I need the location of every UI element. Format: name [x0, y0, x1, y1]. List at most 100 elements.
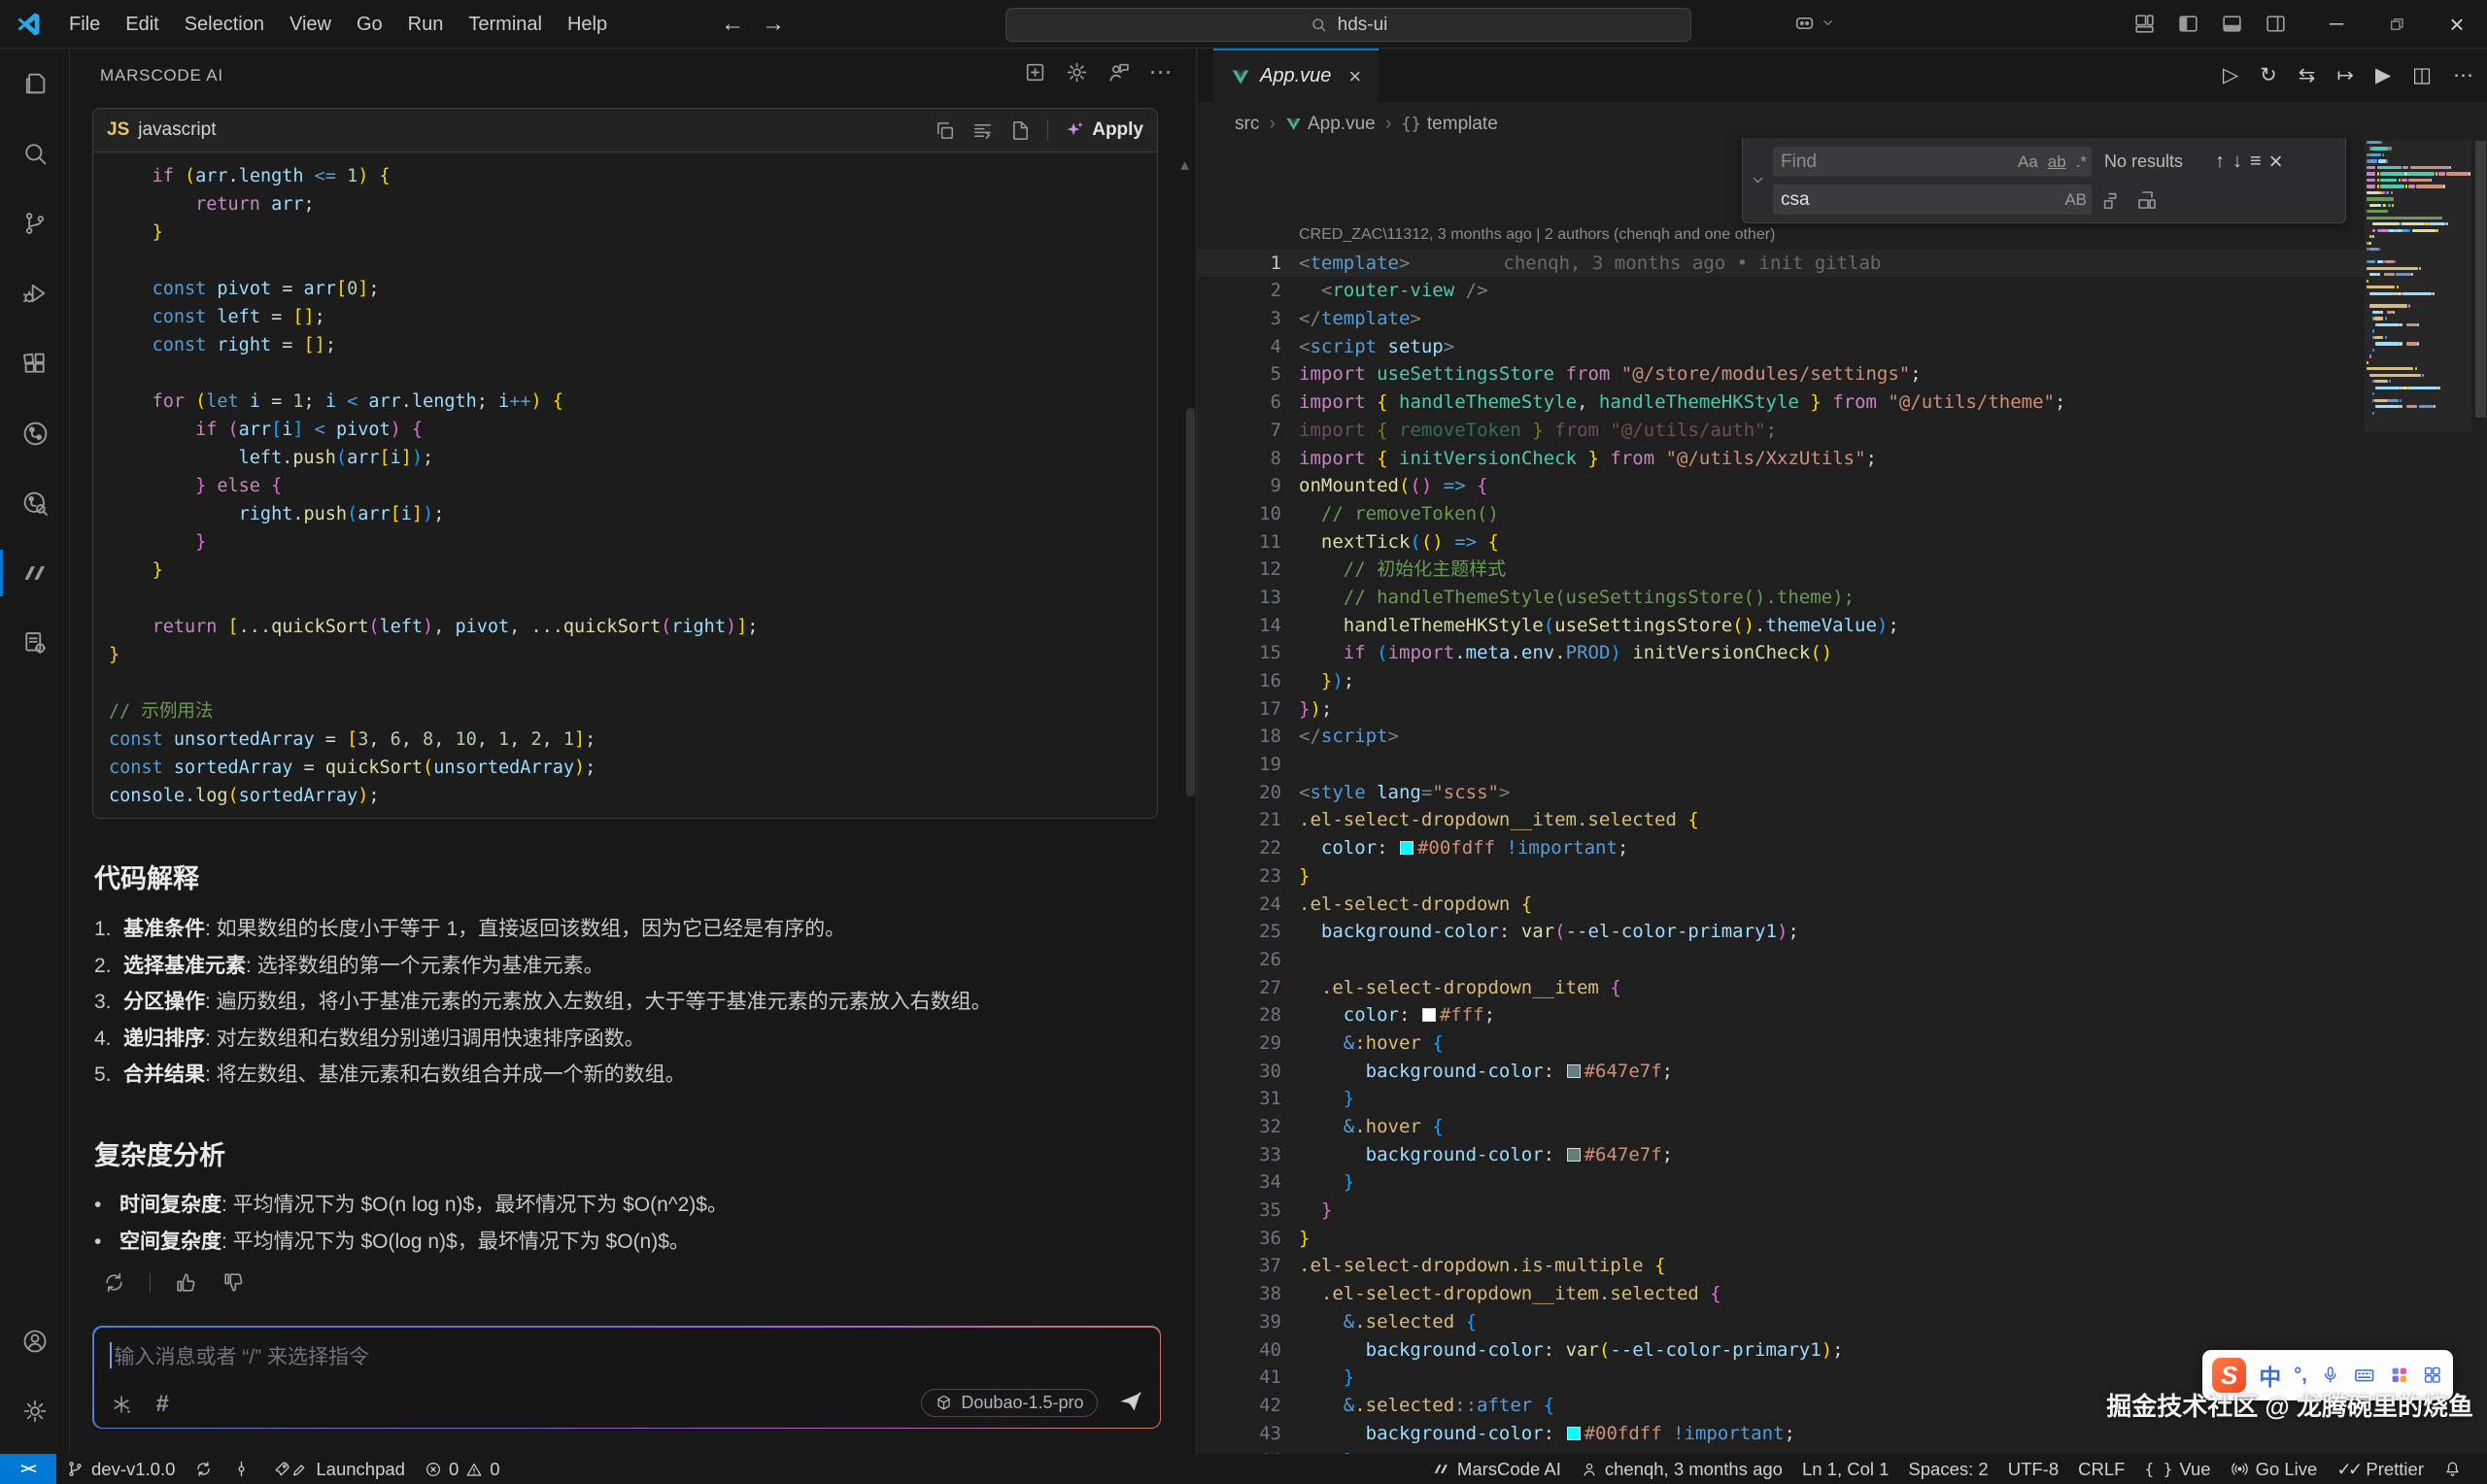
status-marscode-ai[interactable]: MarsCode AI	[1422, 1454, 1571, 1484]
status-0-0[interactable]: 00	[415, 1454, 510, 1484]
status-crlf[interactable]: CRLF	[2068, 1454, 2134, 1484]
status-dev-v1-0-0[interactable]: dev-v1.0.0	[56, 1454, 185, 1484]
remote-indicator[interactable]: ><	[0, 1454, 56, 1484]
restore-button[interactable]	[2367, 0, 2427, 49]
editor-scrollbar[interactable]	[2475, 141, 2486, 418]
compare-icon[interactable]: ⇆	[2299, 63, 2316, 87]
account-icon[interactable]	[0, 1306, 70, 1376]
explorer-icon[interactable]	[0, 49, 70, 118]
insert-code-icon[interactable]	[971, 119, 994, 142]
panel-code-line: console.log(sortedArray);	[109, 782, 1157, 810]
model-selector[interactable]: Doubao-1.5-pro	[921, 1389, 1097, 1417]
run-debug-icon[interactable]	[0, 258, 70, 328]
marscode-ai-icon[interactable]	[0, 538, 70, 608]
nav-back-icon[interactable]: ←	[721, 11, 744, 38]
panel-code-line: const left = [];	[109, 303, 1157, 331]
account-menu-button[interactable]	[1792, 11, 1835, 35]
toggle-panel-icon[interactable]	[2220, 12, 2244, 36]
tab-close-icon[interactable]: ×	[1348, 64, 1361, 89]
open-changes-icon[interactable]: ↻	[2260, 63, 2277, 87]
ime-punctuation-icon[interactable]: °,	[2294, 1365, 2307, 1387]
status-bell[interactable]	[2434, 1454, 2471, 1484]
minimize-button[interactable]: ─	[2306, 0, 2367, 49]
breadcrumb-item-template[interactable]: {}template	[1401, 114, 1497, 135]
menu-go[interactable]: Go	[344, 8, 395, 42]
menu-terminal[interactable]: Terminal	[456, 8, 555, 42]
ime-toolbox-icon[interactable]	[2422, 1365, 2443, 1386]
menu-run[interactable]: Run	[395, 8, 457, 42]
code-editor[interactable]: CRED_ZAC\11312, 3 months ago | 2 authors…	[1198, 146, 2365, 1454]
marscode-panel: MARSCODE AI ⋯ ▲ JS javascript Apply	[70, 49, 1197, 1454]
search-value: hds-ui	[1338, 15, 1388, 36]
line-number: 2	[1198, 277, 1299, 305]
breadcrumb-item-app-vue[interactable]: App.vue	[1285, 114, 1376, 135]
menu-view[interactable]: View	[277, 8, 344, 42]
customize-layout-icon[interactable]	[2132, 12, 2157, 36]
status-utf-8[interactable]: UTF-8	[1998, 1454, 2068, 1484]
apply-button[interactable]: Apply	[1064, 119, 1143, 141]
thumbs-down-icon[interactable]	[221, 1270, 246, 1295]
status-chenqh-3-months-ago[interactable]: chenqh, 3 months ago	[1571, 1454, 1792, 1484]
ime-keyboard-icon[interactable]	[2353, 1364, 2376, 1387]
tab-label: App.vue	[1260, 65, 1331, 87]
status-prettier[interactable]: ✓✓Prettier	[2327, 1454, 2434, 1484]
git-graph-search-icon[interactable]	[0, 468, 70, 538]
ime-skin-icon[interactable]	[2389, 1365, 2410, 1386]
chat-input[interactable]: 输入消息或者 “/” 来选择指令 # Doubao-1.5-pro	[94, 1328, 1160, 1428]
source-control-icon[interactable]	[0, 188, 70, 258]
git-graph-icon[interactable]	[0, 398, 70, 468]
menu-file[interactable]: File	[56, 8, 113, 42]
breadcrumb-item-src[interactable]: src	[1235, 114, 1259, 135]
toggle-primary-sidebar-icon[interactable]	[2176, 12, 2200, 36]
search-view-icon[interactable]	[0, 118, 70, 188]
thumbs-up-icon[interactable]	[174, 1270, 198, 1295]
goto-file-icon[interactable]: ↦	[2336, 63, 2354, 87]
nav-forward-icon[interactable]: →	[762, 11, 785, 38]
status-vue[interactable]: { }Vue	[2134, 1454, 2220, 1484]
menu-help[interactable]: Help	[555, 8, 620, 42]
status-go-live[interactable]: Go Live	[2221, 1454, 2328, 1484]
skills-icon[interactable]	[110, 1393, 133, 1416]
new-chat-icon[interactable]	[1023, 60, 1047, 84]
line-number: 35	[1198, 1197, 1299, 1225]
menu-selection[interactable]: Selection	[172, 8, 277, 42]
more-editor-actions-icon[interactable]: ⋯	[2453, 63, 2473, 87]
tab-app-vue[interactable]: App.vue ×	[1213, 49, 1379, 102]
panel-settings-icon[interactable]	[1065, 60, 1089, 84]
extensions-icon[interactable]	[0, 328, 70, 398]
toggle-secondary-sidebar-icon[interactable]	[2264, 12, 2288, 36]
codelens-authors[interactable]: CRED_ZAC\11312, 3 months ago | 2 authors…	[1299, 221, 1775, 250]
editor-group: App.vue × ▷ ↻ ⇆ ↦ ▶ ◫ ⋯ src›App.vue›{}te…	[1198, 49, 2487, 1454]
ime-mic-icon[interactable]	[2320, 1365, 2341, 1386]
more-actions-icon[interactable]: ⋯	[1148, 60, 1173, 84]
status-sync[interactable]	[185, 1454, 222, 1484]
send-icon[interactable]	[1117, 1389, 1143, 1415]
panel-scrollbar[interactable]	[1186, 408, 1195, 796]
close-button[interactable]: ×	[2427, 0, 2487, 49]
split-editor-icon[interactable]: ◫	[2412, 63, 2432, 87]
settings-gear-icon[interactable]	[0, 1376, 70, 1446]
text-cursor	[110, 1342, 112, 1368]
run-debug-icon[interactable]: ▶	[2375, 63, 2391, 87]
scroll-up-icon[interactable]: ▲	[1177, 157, 1192, 174]
line-number: 4	[1198, 333, 1299, 361]
list-item: 1.基准条件: 如果数组的长度小于等于 1，直接返回该数组，因为它已经是有序的。	[94, 911, 1167, 948]
feedback-icon[interactable]	[1107, 60, 1131, 84]
search-input[interactable]: hds-ui	[1005, 8, 1691, 42]
regenerate-icon[interactable]	[102, 1270, 126, 1295]
status-spaces-2[interactable]: Spaces: 2	[1898, 1454, 1997, 1484]
new-file-code-icon[interactable]	[1009, 119, 1032, 142]
context-hash-icon[interactable]: #	[156, 1391, 169, 1418]
status-commit[interactable]	[222, 1454, 260, 1484]
status-launchpad[interactable]: Launchpad	[260, 1454, 415, 1484]
person-icon	[1581, 1461, 1598, 1478]
menu-edit[interactable]: Edit	[113, 8, 171, 42]
project-config-icon[interactable]	[0, 608, 70, 678]
copy-code-icon[interactable]	[934, 119, 956, 142]
code-line: 1<template>chenqh, 3 months ago • init g…	[1198, 250, 2365, 278]
line-number: 9	[1198, 472, 1299, 500]
status-ln-1-col-1[interactable]: Ln 1, Col 1	[1792, 1454, 1898, 1484]
run-icon[interactable]: ▷	[2223, 63, 2238, 87]
panel-code-line	[109, 359, 1157, 388]
minimap[interactable]	[2365, 141, 2471, 1454]
